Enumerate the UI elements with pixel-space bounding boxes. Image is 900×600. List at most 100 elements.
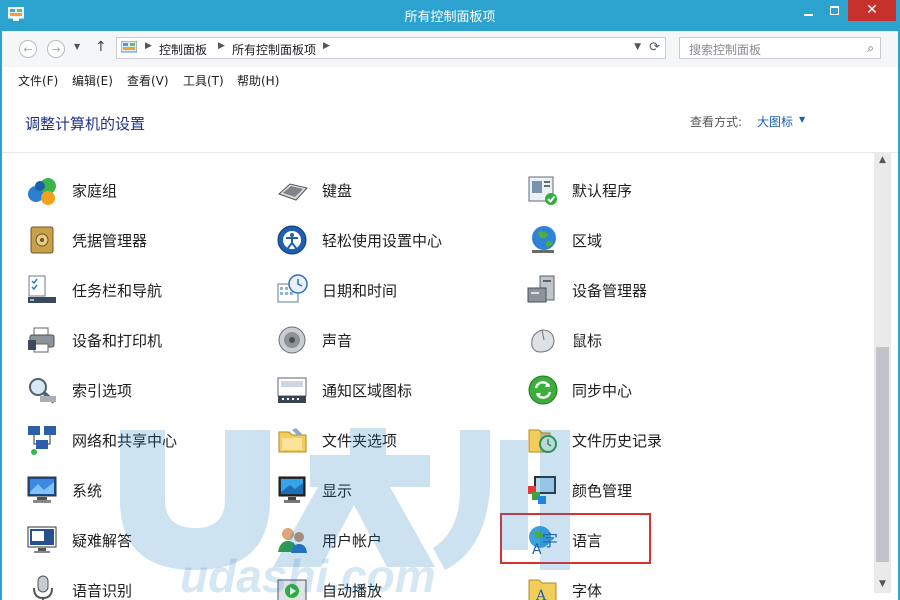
menu-tools[interactable]: 工具(T) xyxy=(183,72,224,89)
user-accounts-icon xyxy=(278,528,307,553)
menu-help[interactable]: 帮助(H) xyxy=(237,72,279,89)
refresh-icon[interactable]: ⟳ xyxy=(649,40,660,55)
network-sharing-icon xyxy=(28,426,56,455)
item-notification-area-icons[interactable]: 通知区域图标 xyxy=(276,370,516,410)
scroll-thumb[interactable] xyxy=(876,347,889,562)
search-placeholder: 搜索控制面板 xyxy=(689,43,762,57)
svg-text:A: A xyxy=(535,588,547,600)
scroll-up-arrow-icon[interactable]: ▲ xyxy=(874,152,891,169)
partial-item-icon xyxy=(538,152,560,156)
item-label: 疑难解答 xyxy=(72,532,133,550)
item-label: 声音 xyxy=(322,332,353,350)
item-mouse[interactable]: 鼠标 xyxy=(526,320,766,360)
search-input[interactable]: 搜索控制面板 ⌕ xyxy=(679,37,881,59)
autoplay-icon xyxy=(277,579,307,600)
control-panel-items: 家庭组 键盘 默认程序 凭据管理器 轻松使用设置中心 区域 任务栏和导航 日期和… xyxy=(2,152,874,600)
item-label: 同步中心 xyxy=(572,382,633,400)
item-speech-recognition[interactable]: 语音识别 xyxy=(26,570,266,600)
highlight-language-box xyxy=(500,513,651,564)
up-arrow-icon[interactable]: ↑ xyxy=(95,39,107,55)
item-system[interactable]: 系统 xyxy=(26,470,266,510)
address-dropdown-icon[interactable]: ▼ xyxy=(634,42,641,52)
navigation-bar: ← → ▼ ↑ ▶ 控制面板 ▶ 所有控制面板项 ▶ ▼ ⟳ 搜索控制面板 ⌕ xyxy=(2,31,898,67)
item-label: 设备和打印机 xyxy=(72,332,163,350)
item-indexing-options[interactable]: 索引选项 xyxy=(26,370,266,410)
back-button[interactable]: ← xyxy=(19,40,37,58)
item-label: 家庭组 xyxy=(72,182,118,200)
item-autoplay[interactable]: 自动播放 xyxy=(276,570,516,600)
content-header: 调整计算机的设置 查看方式: 大图标 ▼ xyxy=(2,92,898,153)
item-sync-center[interactable]: 同步中心 xyxy=(526,370,766,410)
vertical-scrollbar[interactable]: ▲ ▼ xyxy=(874,152,891,593)
maximize-button[interactable] xyxy=(822,0,848,24)
control-panel-small-icon xyxy=(121,41,137,53)
file-history-icon xyxy=(528,429,557,453)
item-label: 键盘 xyxy=(322,182,353,200)
item-label: 文件夹选项 xyxy=(322,432,398,450)
item-folder-options[interactable]: 文件夹选项 xyxy=(276,420,516,460)
item-credential-manager[interactable]: 凭据管理器 xyxy=(26,220,266,260)
forward-button[interactable]: → xyxy=(47,40,65,58)
title-bar: 所有控制面板项 ✕ xyxy=(0,0,900,31)
breadcrumb-control-panel[interactable]: 控制面板 xyxy=(159,41,207,58)
item-default-programs[interactable]: 默认程序 xyxy=(526,170,766,210)
item-display[interactable]: 显示 xyxy=(276,470,516,510)
item-date-time[interactable]: 日期和时间 xyxy=(276,270,516,310)
indexing-options-icon xyxy=(29,378,56,404)
item-keyboard[interactable]: 键盘 xyxy=(276,170,516,210)
breadcrumb-separator-icon[interactable]: ▶ xyxy=(145,41,152,51)
item-sound[interactable]: 声音 xyxy=(276,320,516,360)
close-button[interactable]: ✕ xyxy=(848,0,896,21)
item-label: 显示 xyxy=(322,482,353,500)
page-title: 调整计算机的设置 xyxy=(25,115,146,133)
item-region[interactable]: 区域 xyxy=(526,220,766,260)
item-taskbar-navigation[interactable]: 任务栏和导航 xyxy=(26,270,266,310)
item-user-accounts[interactable]: 用户帐户 xyxy=(276,520,516,560)
folder-options-icon xyxy=(278,428,307,453)
item-label: 区域 xyxy=(572,232,603,250)
menu-file[interactable]: 文件(F) xyxy=(18,72,58,89)
item-homegroup[interactable]: 家庭组 xyxy=(26,170,266,210)
ease-of-access-icon xyxy=(277,225,307,255)
breadcrumb-separator-icon[interactable]: ▶ xyxy=(323,41,330,51)
item-label: 日期和时间 xyxy=(322,282,398,300)
item-label: 通知区域图标 xyxy=(322,382,413,400)
item-devices-printers[interactable]: 设备和打印机 xyxy=(26,320,266,360)
minimize-button[interactable] xyxy=(796,0,822,24)
item-file-history[interactable]: 文件历史记录 xyxy=(526,420,766,460)
item-label: 自动播放 xyxy=(322,582,383,600)
system-icon xyxy=(27,476,57,503)
item-fonts[interactable]: A 字体 xyxy=(526,570,766,600)
display-icon xyxy=(278,476,306,503)
view-by-chevron-down-icon[interactable]: ▼ xyxy=(799,115,805,124)
devices-printers-icon xyxy=(28,327,55,353)
search-icon[interactable]: ⌕ xyxy=(867,41,874,56)
menu-view[interactable]: 查看(V) xyxy=(127,72,169,89)
breadcrumb-all-items[interactable]: 所有控制面板项 xyxy=(232,41,316,58)
default-programs-icon xyxy=(528,176,557,205)
date-time-icon xyxy=(277,274,308,303)
item-label: 字体 xyxy=(572,582,603,600)
breadcrumb-separator-icon[interactable]: ▶ xyxy=(218,41,225,51)
menu-bar: 文件(F) 编辑(E) 查看(V) 工具(T) 帮助(H) xyxy=(2,67,898,93)
item-ease-of-access[interactable]: 轻松使用设置中心 xyxy=(276,220,516,260)
recent-locations-chevron-icon[interactable]: ▼ xyxy=(74,42,80,51)
menu-edit[interactable]: 编辑(E) xyxy=(72,72,113,89)
item-label: 系统 xyxy=(72,482,103,500)
mouse-icon xyxy=(531,329,555,353)
item-device-manager[interactable]: 设备管理器 xyxy=(526,270,766,310)
window-title: 所有控制面板项 xyxy=(404,10,496,25)
item-network-sharing[interactable]: 网络和共享中心 xyxy=(26,420,266,460)
item-label: 轻松使用设置中心 xyxy=(322,232,443,250)
scroll-down-arrow-icon[interactable]: ▼ xyxy=(874,576,891,593)
item-label: 文件历史记录 xyxy=(572,432,663,450)
notification-area-icon xyxy=(277,377,307,403)
fonts-icon: A xyxy=(528,579,557,600)
item-label: 颜色管理 xyxy=(572,482,633,500)
item-troubleshooting[interactable]: 疑难解答 xyxy=(26,520,266,560)
address-field[interactable]: ▶ 控制面板 ▶ 所有控制面板项 ▶ ▼ ⟳ xyxy=(116,37,666,59)
item-color-management[interactable]: 颜色管理 xyxy=(526,470,766,510)
view-by-dropdown[interactable]: 大图标 xyxy=(757,113,793,130)
troubleshooting-icon xyxy=(27,526,57,553)
item-label: 语音识别 xyxy=(72,582,133,600)
